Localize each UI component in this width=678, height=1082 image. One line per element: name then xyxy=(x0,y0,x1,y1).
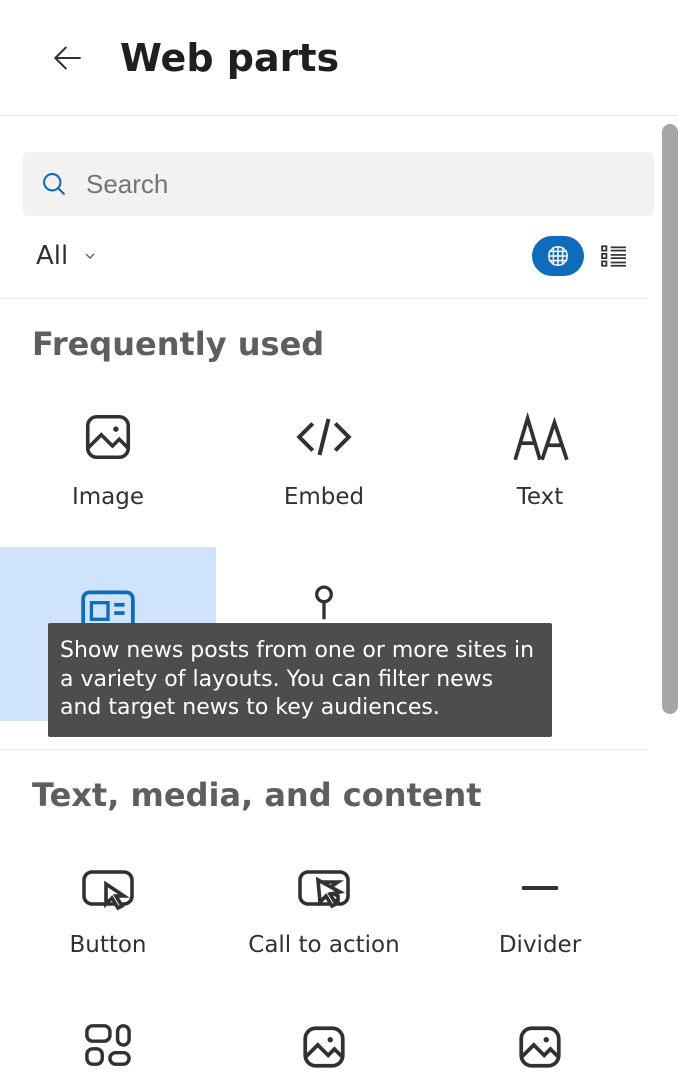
button-icon xyxy=(79,864,137,912)
webpart-button[interactable]: Button xyxy=(0,824,216,998)
webpart-item-partial-3[interactable] xyxy=(432,998,648,1078)
webpart-divider[interactable]: Divider xyxy=(432,824,648,998)
webpart-item-partial-2[interactable] xyxy=(216,998,432,1078)
scrollbar[interactable] xyxy=(662,124,678,714)
section-text-media-content: Text, media, and content Button xyxy=(0,750,648,1078)
section-title: Frequently used xyxy=(0,299,648,373)
page-title: Web parts xyxy=(120,36,339,80)
cta-icon xyxy=(295,864,353,912)
webpart-label: Divider xyxy=(499,932,581,958)
webpart-label: Embed xyxy=(284,484,364,510)
list-icon xyxy=(601,245,627,267)
image-icon xyxy=(513,1022,567,1072)
webpart-label: Call to action xyxy=(248,932,399,958)
header: Web parts xyxy=(0,0,678,116)
tooltip: Show news posts from one or more sites i… xyxy=(48,623,552,737)
search-icon xyxy=(40,170,68,198)
dropdown-label: All xyxy=(36,241,68,271)
category-dropdown[interactable]: All xyxy=(36,241,98,271)
webpart-embed[interactable]: Embed xyxy=(216,373,432,547)
search-box[interactable] xyxy=(22,152,654,216)
filter-row: All xyxy=(0,216,648,299)
webpart-label: Text xyxy=(517,484,564,510)
webpart-item-partial-1[interactable] xyxy=(0,998,216,1078)
back-button[interactable] xyxy=(48,38,88,78)
grid-icon xyxy=(547,245,569,267)
search-input[interactable] xyxy=(84,168,636,201)
chevron-down-icon xyxy=(82,248,98,264)
webpart-label: Image xyxy=(72,484,144,510)
view-toggle xyxy=(532,236,640,276)
image-icon xyxy=(81,410,135,464)
divider-icon xyxy=(515,864,565,912)
image-icon xyxy=(297,1022,351,1072)
webpart-image[interactable]: Image xyxy=(0,373,216,547)
arrow-left-icon xyxy=(49,39,87,77)
grid-view-button[interactable] xyxy=(532,236,584,276)
webpart-call-to-action[interactable]: Call to action xyxy=(216,824,432,998)
webpart-text[interactable]: Text xyxy=(432,373,648,547)
code-icon xyxy=(292,410,356,464)
layout-icon xyxy=(82,1022,134,1068)
text-icon xyxy=(509,410,571,464)
list-view-button[interactable] xyxy=(588,236,640,276)
body: All xyxy=(0,116,678,1082)
webpart-label: Button xyxy=(69,932,146,958)
section-title: Text, media, and content xyxy=(0,750,648,824)
